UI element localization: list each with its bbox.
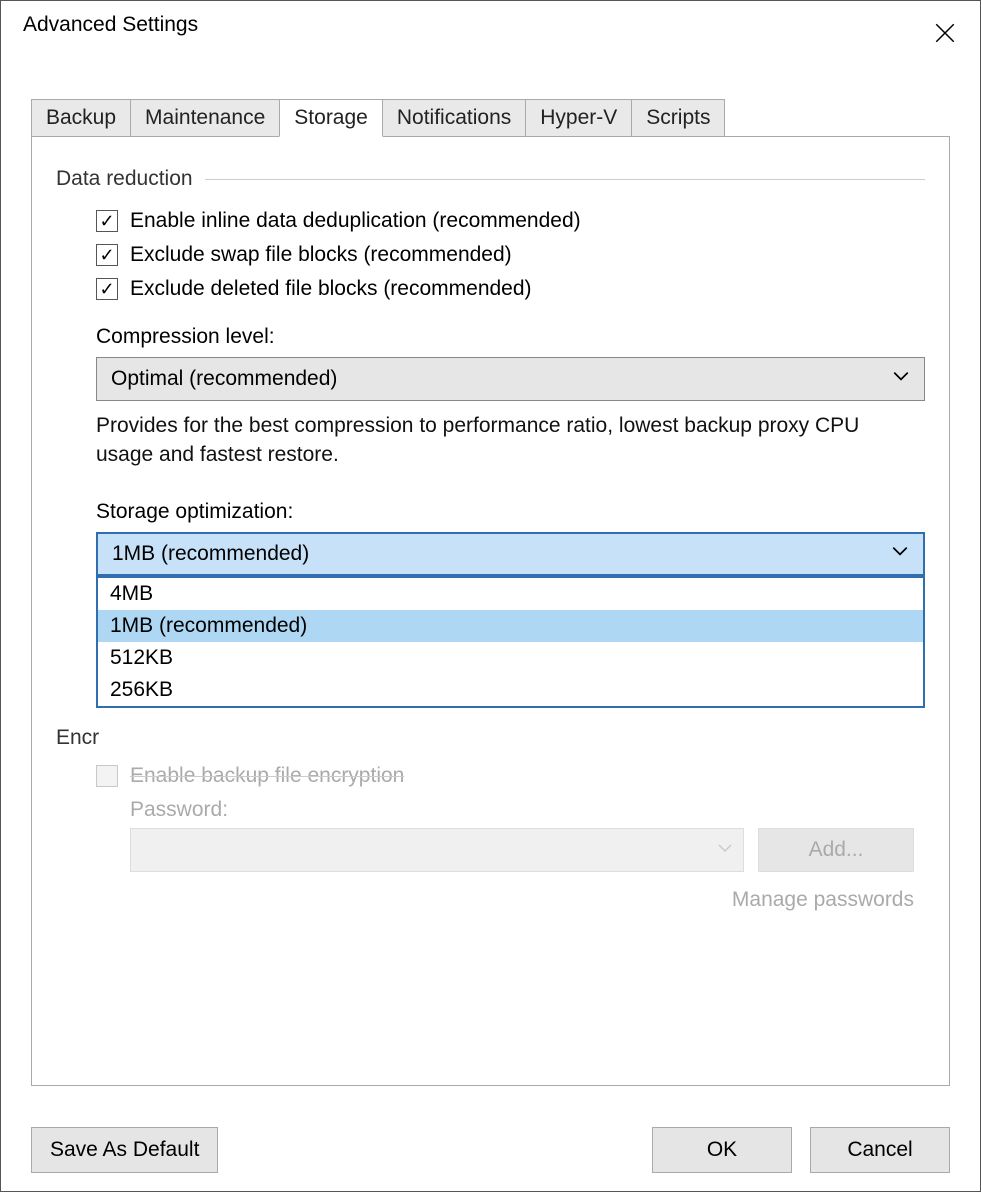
- storage-opt-option-512kb[interactable]: 512KB: [98, 642, 923, 674]
- group-data-reduction: Data reduction: [56, 167, 925, 191]
- tab-notifications[interactable]: Notifications: [382, 99, 526, 137]
- password-label: Password:: [130, 798, 925, 822]
- tab-hyperv[interactable]: Hyper-V: [525, 99, 632, 137]
- compression-combo[interactable]: Optimal (recommended): [96, 357, 925, 401]
- tab-storage[interactable]: Storage: [279, 99, 383, 137]
- ok-button[interactable]: OK: [652, 1127, 792, 1173]
- divider: [205, 179, 925, 180]
- storage-opt-option-1mb[interactable]: 1MB (recommended): [98, 610, 923, 642]
- group-encryption: Encr: [56, 726, 925, 750]
- storage-opt-label: Storage optimization:: [96, 500, 925, 524]
- checkbox-exclude-deleted[interactable]: [96, 278, 118, 300]
- checkbox-dedup[interactable]: [96, 210, 118, 232]
- checkbox-exclude-swap[interactable]: [96, 244, 118, 266]
- compression-hint: Provides for the best compression to per…: [96, 411, 916, 470]
- save-as-default-button[interactable]: Save As Default: [31, 1127, 218, 1173]
- storage-opt-combo[interactable]: 1MB (recommended) 4MB 1MB (recommended) …: [96, 532, 925, 576]
- compression-combo-value: Optimal (recommended): [111, 367, 337, 391]
- tab-backup[interactable]: Backup: [31, 99, 131, 137]
- tab-scripts[interactable]: Scripts: [631, 99, 725, 137]
- checkbox-exclude-swap-label: Exclude swap file blocks (recommended): [130, 243, 512, 267]
- cancel-button[interactable]: Cancel: [810, 1127, 950, 1173]
- tab-strip: Backup Maintenance Storage Notifications…: [31, 99, 980, 137]
- group-encryption-label: Encr: [56, 726, 99, 750]
- chevron-down-icon: [717, 838, 733, 862]
- checkbox-dedup-label: Enable inline data deduplication (recomm…: [130, 209, 581, 233]
- checkbox-encryption-label: Enable backup file encryption: [130, 764, 404, 788]
- dialog-title: Advanced Settings: [23, 13, 198, 37]
- close-icon[interactable]: [922, 17, 968, 49]
- chevron-down-icon: [892, 367, 910, 391]
- storage-opt-combo-value: 1MB (recommended): [112, 542, 309, 566]
- add-password-button: Add...: [758, 828, 914, 872]
- tab-panel-storage: Data reduction Enable inline data dedupl…: [31, 136, 950, 1086]
- manage-passwords-link: Manage passwords: [130, 888, 914, 912]
- storage-opt-dropdown: 4MB 1MB (recommended) 512KB 256KB: [96, 576, 925, 708]
- checkbox-encryption[interactable]: [96, 765, 118, 787]
- compression-label: Compression level:: [96, 325, 925, 349]
- group-data-reduction-label: Data reduction: [56, 167, 193, 191]
- tab-maintenance[interactable]: Maintenance: [130, 99, 280, 137]
- chevron-down-icon: [891, 542, 909, 566]
- storage-opt-option-4mb[interactable]: 4MB: [98, 578, 923, 610]
- checkbox-exclude-deleted-label: Exclude deleted file blocks (recommended…: [130, 277, 532, 301]
- password-combo: [130, 828, 744, 872]
- storage-opt-option-256kb[interactable]: 256KB: [98, 674, 923, 706]
